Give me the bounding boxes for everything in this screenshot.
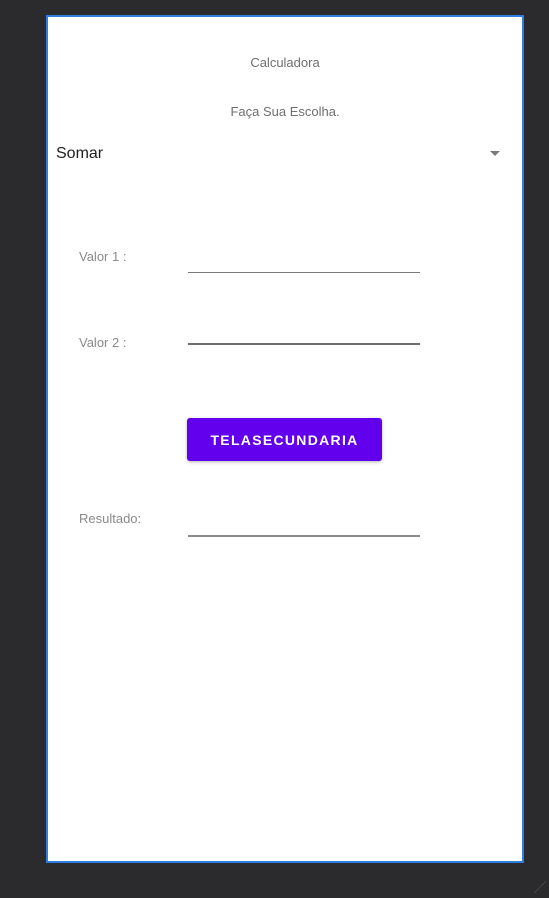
value1-input[interactable]: [188, 246, 420, 273]
value1-label: Valor 1 :: [79, 249, 127, 264]
dropdown-arrow-icon: [490, 151, 500, 156]
device-preview: Calculadora Faça Sua Escolha. Somar Valo…: [46, 15, 524, 863]
value2-input[interactable]: [188, 317, 420, 345]
result-input[interactable]: [188, 509, 420, 537]
page-title: Calculadora: [250, 55, 320, 70]
operation-spinner[interactable]: Somar: [56, 139, 514, 171]
result-label: Resultado:: [79, 511, 142, 526]
value2-label: Valor 2 :: [79, 335, 127, 350]
page-subtitle: Faça Sua Escolha.: [230, 104, 340, 119]
resize-grip-icon[interactable]: [534, 881, 546, 893]
telasecundaria-button[interactable]: TELASECUNDARIA: [187, 418, 382, 461]
operation-selected-value: Somar: [56, 145, 104, 162]
